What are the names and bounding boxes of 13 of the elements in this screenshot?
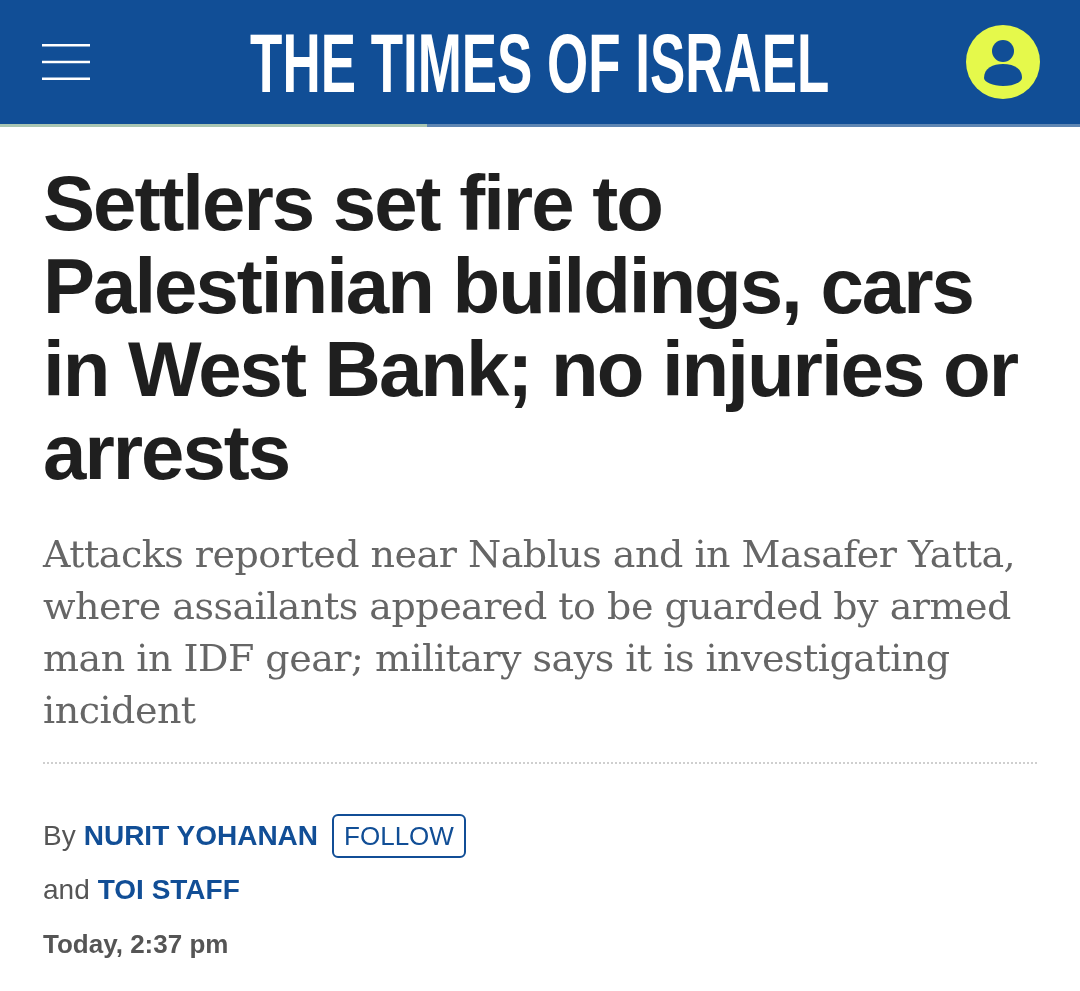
byline-prefix: and: [43, 874, 90, 906]
article-headline: Settlers set fire to Palestinian buildings, cars in West Bank; no injuries or arrests: [43, 162, 1019, 494]
author-link[interactable]: NURIT YOHANAN: [83, 820, 319, 852]
site-logo[interactable]: THE TIMES OF ISRAEL: [250, 21, 830, 105]
article-subheadline: Attacks reported near Nablus and in Masafer Yatta, where assailants appeared to be guarded by armed man in IDF gear; military says it is investigating incident: [43, 531, 1017, 734]
account-button[interactable]: [966, 25, 1040, 99]
author-link[interactable]: TOI STAFF: [97, 874, 240, 906]
menu-button[interactable]: [40, 42, 92, 82]
follow-button[interactable]: FOLLOW: [332, 814, 466, 858]
byline-prefix: By: [43, 820, 76, 852]
menu-icon: [42, 44, 90, 80]
publish-timestamp: Today, 2:37 pm: [43, 928, 229, 961]
user-account-icon: [966, 25, 1040, 99]
